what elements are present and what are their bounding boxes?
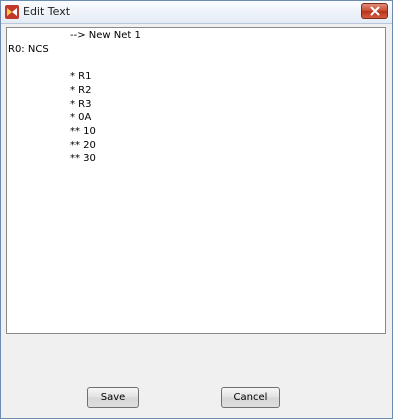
text-line: ** 10 <box>70 126 96 137</box>
text-line: ** 20 <box>70 140 96 151</box>
window-title: Edit Text <box>23 5 71 18</box>
text-line: * 0A <box>70 112 92 123</box>
title-bar[interactable]: Edit Text <box>1 1 392 24</box>
text-line: * R3 <box>70 99 92 110</box>
text-line: * R2 <box>70 85 92 96</box>
text-line: --> New Net 1 <box>70 30 141 41</box>
app-icon <box>5 5 19 19</box>
close-icon <box>370 6 380 16</box>
close-button[interactable] <box>361 3 388 19</box>
edit-text-window: Edit Text --> New Net 1 R0: NCS * R1 * R… <box>0 0 393 419</box>
text-line: * R1 <box>70 71 92 82</box>
text-editor[interactable]: --> New Net 1 R0: NCS * R1 * R2 * R3 * 0… <box>6 27 386 334</box>
dialog-body: --> New Net 1 R0: NCS * R1 * R2 * R3 * 0… <box>1 24 392 418</box>
cancel-button[interactable]: Cancel <box>221 387 280 408</box>
text-line: ** 30 <box>70 153 96 164</box>
text-line: R0: NCS <box>8 44 49 55</box>
save-button[interactable]: Save <box>87 387 139 408</box>
